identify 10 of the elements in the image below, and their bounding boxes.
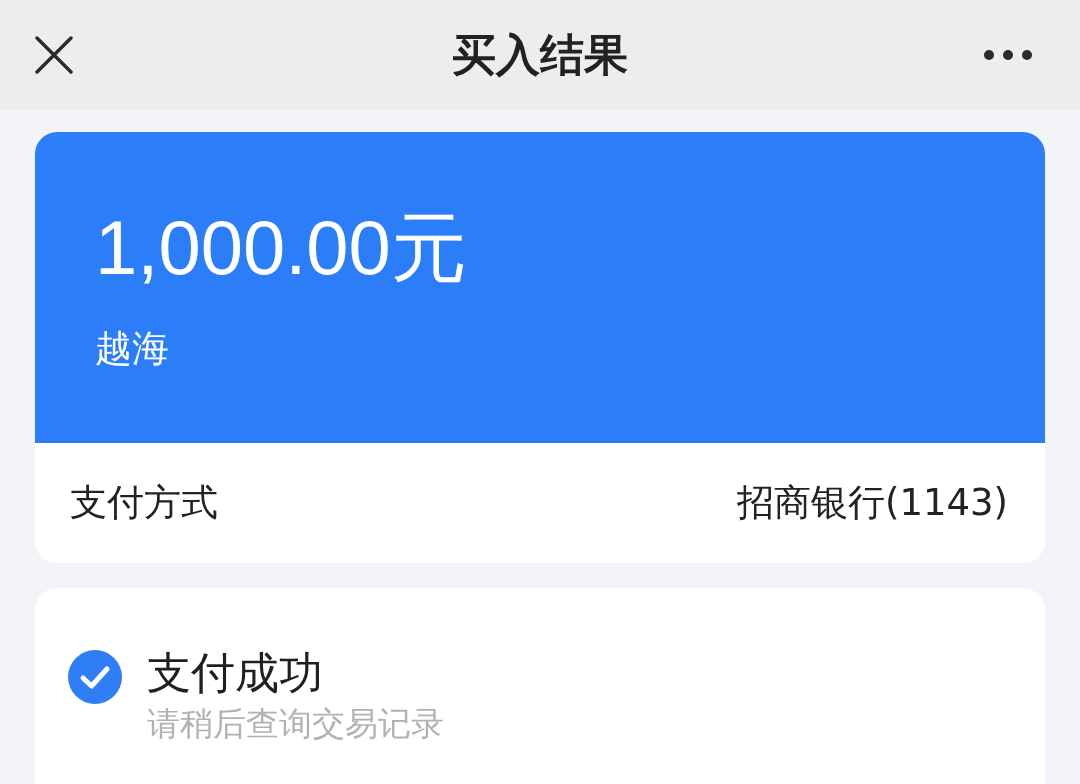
check-icon	[68, 650, 122, 704]
status-subtitle: 请稍后查询交易记录	[147, 703, 444, 745]
payment-method-value: 招商银行(1143)	[736, 480, 1008, 526]
close-icon[interactable]	[35, 36, 73, 74]
payment-method-label: 支付方式	[70, 480, 218, 526]
fund-name: 越海	[95, 326, 170, 373]
amount-text: 1,000.00元	[95, 204, 468, 292]
status-title: 支付成功	[147, 646, 324, 700]
page-title: 买入结果	[452, 28, 628, 82]
more-icon[interactable]	[984, 50, 1032, 60]
